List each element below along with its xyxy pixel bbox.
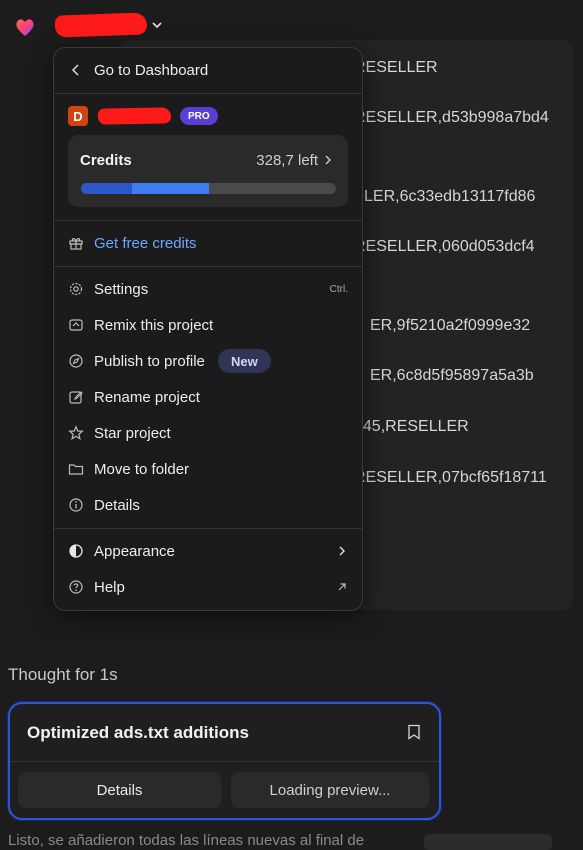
credits-progress-bar (81, 183, 336, 194)
help-label: Help (94, 578, 125, 596)
help-item[interactable]: Help (54, 569, 362, 605)
go-to-dashboard-item[interactable]: Go to Dashboard (54, 52, 362, 88)
star-icon (68, 425, 84, 440)
move-to-folder-label: Move to folder (94, 460, 190, 478)
move-to-folder-item[interactable]: Move to folder (54, 451, 362, 487)
gift-icon (69, 238, 83, 250)
assistant-message-text: Listo, se añadieron todas las líneas nue… (8, 832, 365, 849)
remix-project-label: Remix this project (94, 316, 214, 334)
chevron-left-icon (71, 64, 79, 76)
go-to-dashboard-label: Go to Dashboard (94, 61, 209, 79)
contrast-icon (69, 544, 83, 558)
gear-icon (69, 282, 83, 296)
chevron-right-icon (325, 155, 331, 165)
settings-label: Settings (94, 280, 149, 298)
new-badge: New (218, 349, 271, 373)
info-icon (69, 498, 83, 512)
task-title: Optimized ads.txt additions (27, 723, 249, 742)
pencil-icon (69, 391, 83, 404)
code-line: RESELLER,060d053dcf4 (354, 238, 535, 255)
loading-preview-button[interactable]: Loading preview... (231, 772, 429, 808)
credits-used-fill (81, 183, 132, 194)
publish-to-profile-label: Publish to profile (94, 352, 205, 370)
bookmark-icon[interactable] (407, 724, 421, 740)
code-line: RESELLER,d53b998a7bd4 (354, 109, 549, 126)
publish-to-profile-item[interactable]: Publish to profile New (54, 343, 362, 379)
avatar: D (68, 106, 88, 126)
workspace-name-redacted (97, 107, 172, 125)
appearance-label: Appearance (94, 542, 175, 560)
rename-project-label: Rename project (94, 388, 200, 406)
divider (54, 220, 362, 221)
divider (54, 93, 362, 94)
code-line: RESELLER (354, 59, 438, 76)
get-free-credits-item[interactable]: Get free credits (54, 225, 362, 261)
code-line: ER,6c8d5f95897a5a3b (370, 367, 534, 384)
credits-remaining-fill (132, 183, 209, 194)
details-item[interactable]: Details (54, 487, 362, 523)
credits-title: Credits (80, 152, 132, 169)
chevron-right-icon (339, 546, 345, 556)
settings-shortcut: Ctrl. (329, 283, 348, 295)
credits-card[interactable]: Credits 328,7 left (68, 135, 348, 207)
code-line: RESELLER,07bcf65f18711 (354, 469, 547, 486)
inline-code-chip (424, 834, 552, 850)
task-card: Optimized ads.txt additions Details Load… (8, 702, 441, 820)
code-line: 445,RESELLER (354, 418, 469, 435)
settings-item[interactable]: Settings Ctrl. (54, 271, 362, 307)
external-link-arrow-icon (338, 583, 346, 591)
appearance-item[interactable]: Appearance (54, 533, 362, 569)
remix-project-item[interactable]: Remix this project (54, 307, 362, 343)
remix-icon (69, 319, 83, 331)
app-logo-icon[interactable] (14, 16, 36, 38)
details-label: Details (94, 496, 140, 514)
code-line: LER,6c33edb13117fd86 (364, 188, 536, 205)
help-icon (69, 580, 83, 594)
compass-icon (69, 354, 83, 368)
rename-project-item[interactable]: Rename project (54, 379, 362, 415)
get-free-credits-label: Get free credits (94, 234, 197, 252)
details-button[interactable]: Details (18, 772, 221, 808)
code-line: ER,9f5210a2f0999e32 (370, 317, 531, 334)
credits-remaining: 328,7 left (256, 152, 318, 169)
folder-icon (68, 464, 84, 475)
project-menu: Go to Dashboard D PRO Credits 328,7 left… (53, 47, 363, 611)
divider (54, 528, 362, 529)
thought-duration-label[interactable]: Thought for 1s (8, 665, 118, 685)
star-project-item[interactable]: Star project (54, 415, 362, 451)
divider (54, 266, 362, 267)
project-name-redacted[interactable] (54, 12, 148, 38)
star-project-label: Star project (94, 424, 171, 442)
chevron-down-icon[interactable] (150, 18, 164, 32)
divider (10, 761, 439, 762)
plan-badge: PRO (180, 107, 218, 125)
